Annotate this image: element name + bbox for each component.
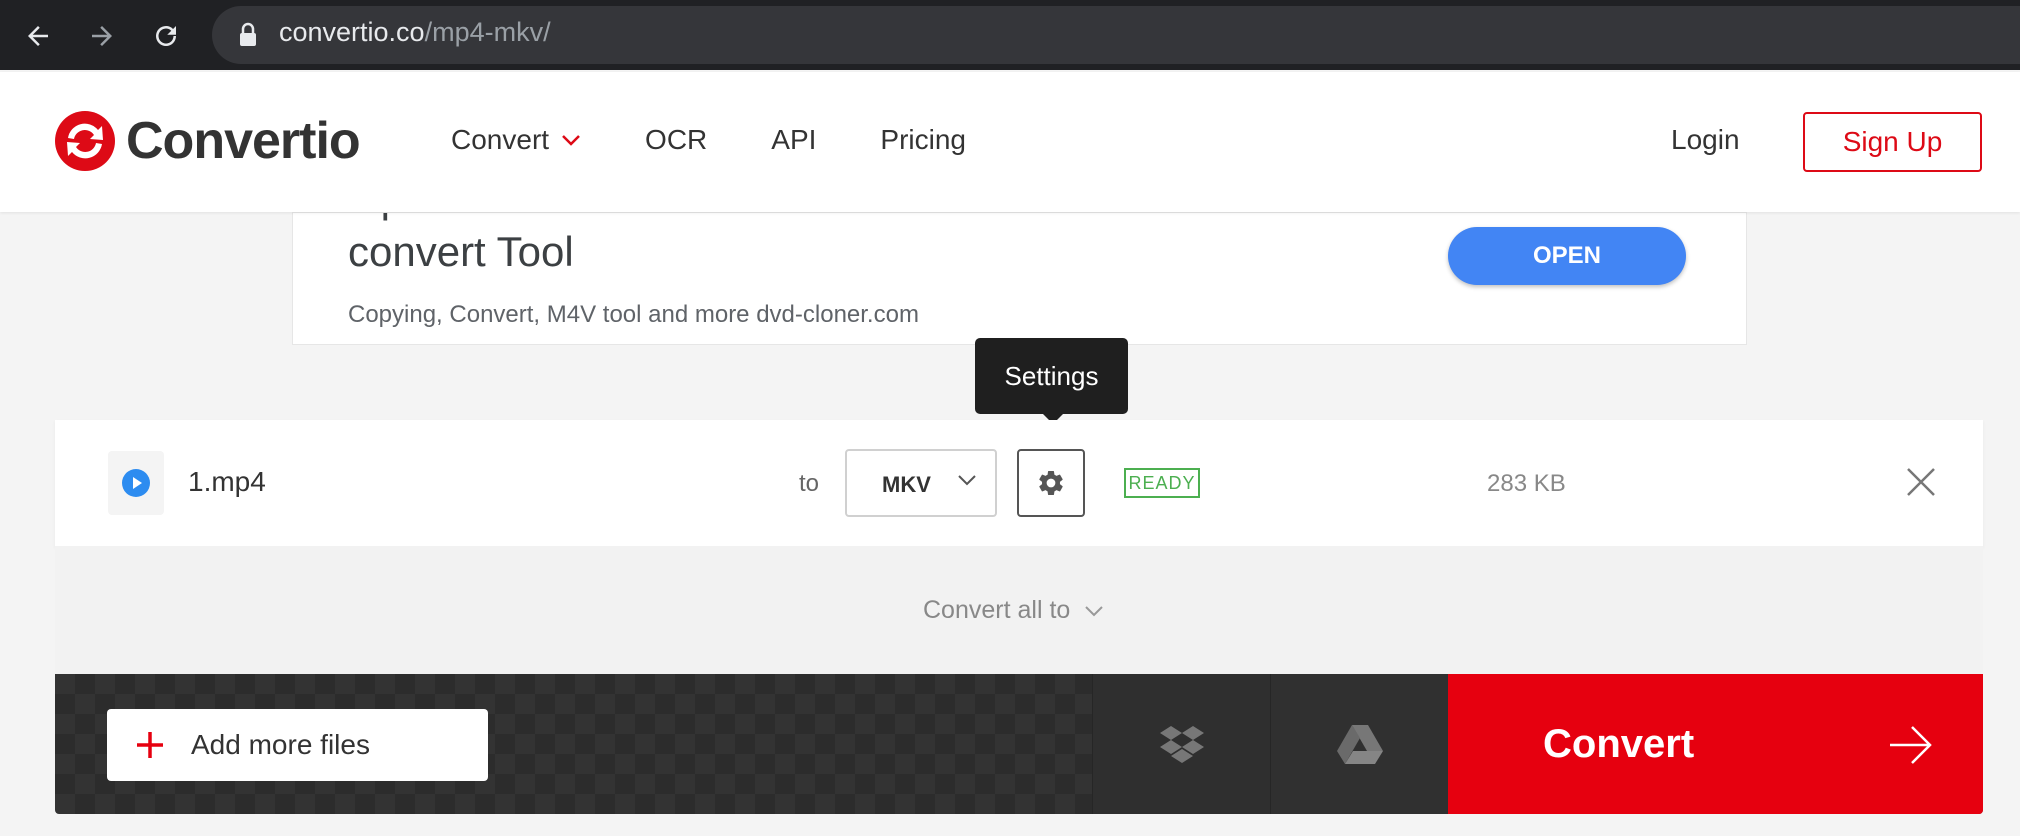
chevron-down-icon bbox=[958, 475, 976, 486]
ad-title[interactable]: OpenCloner Newest Video Tool - All in On… bbox=[348, 213, 1348, 279]
nav-item-api[interactable]: API bbox=[771, 124, 816, 156]
file-size: 283 KB bbox=[1487, 470, 1566, 497]
ad-banner[interactable]: OpenCloner Newest Video Tool - All in On… bbox=[292, 212, 1747, 345]
status-badge: READY bbox=[1124, 468, 1200, 498]
gear-icon bbox=[1039, 471, 1063, 495]
convert-all-label: Convert all to bbox=[923, 596, 1071, 624]
close-icon bbox=[1907, 468, 1935, 496]
nav-item-label: Pricing bbox=[880, 124, 967, 155]
nav-item-label: Convert bbox=[451, 124, 550, 155]
ad-subtitle: Copying, Convert, M4V tool and more dvd-… bbox=[348, 301, 919, 328]
file-row: 1.mp4 to MKV READY 283 KB bbox=[55, 420, 1983, 546]
url-path: /mp4-mkv/ bbox=[424, 17, 551, 47]
back-arrow-icon bbox=[28, 26, 48, 46]
add-more-files-button[interactable]: Add more files bbox=[107, 709, 488, 781]
convertio-logo-icon bbox=[55, 111, 115, 171]
reload-button[interactable] bbox=[144, 14, 188, 58]
main-nav: Convert OCR API Pricing bbox=[451, 124, 1030, 156]
ad-open-button[interactable]: OPEN bbox=[1448, 227, 1686, 285]
forward-button[interactable] bbox=[80, 14, 124, 58]
settings-tooltip: Settings bbox=[975, 338, 1128, 424]
forward-arrow-icon bbox=[92, 26, 112, 46]
nav-item-pricing[interactable]: Pricing bbox=[880, 124, 966, 156]
remove-file-button[interactable] bbox=[1901, 462, 1941, 502]
nav-item-label: OCR bbox=[645, 124, 708, 155]
format-value: MKV bbox=[882, 472, 931, 497]
dropbox-icon bbox=[1159, 726, 1204, 763]
url-domain: convertio.co bbox=[279, 17, 425, 47]
add-more-files-label: Add more files bbox=[191, 729, 370, 760]
signup-button[interactable]: Sign Up bbox=[1803, 112, 1982, 172]
play-icon bbox=[122, 469, 150, 497]
dropbox-button[interactable] bbox=[1092, 674, 1270, 814]
file-name: 1.mp4 bbox=[188, 466, 266, 497]
nav-item-ocr[interactable]: OCR bbox=[645, 124, 707, 156]
file-preview[interactable] bbox=[108, 451, 164, 515]
google-drive-button[interactable] bbox=[1270, 674, 1448, 814]
convert-all-bar: Convert all to bbox=[55, 546, 1983, 674]
login-link[interactable]: Login bbox=[1671, 124, 1740, 156]
nav-item-convert[interactable]: Convert bbox=[451, 124, 581, 156]
site-header: Convertio Convert OCR API Pricing Login … bbox=[0, 72, 2020, 212]
convert-label: Convert bbox=[1543, 722, 1695, 766]
settings-button[interactable] bbox=[1017, 449, 1085, 517]
google-drive-icon bbox=[1336, 725, 1383, 764]
reload-icon bbox=[156, 26, 176, 46]
plus-icon bbox=[137, 732, 163, 758]
browser-toolbar: convertio.co/mp4-mkv/ bbox=[0, 0, 2020, 70]
logo-text: Convertio bbox=[126, 112, 361, 170]
chevron-down-icon bbox=[1085, 605, 1104, 616]
url-text[interactable]: convertio.co/mp4-mkv/ bbox=[279, 17, 551, 48]
chevron-down-icon bbox=[562, 135, 580, 146]
logo[interactable]: Convertio bbox=[54, 110, 361, 172]
to-label: to bbox=[799, 470, 820, 497]
back-button[interactable] bbox=[16, 14, 60, 58]
convert-all-dropdown[interactable]: Convert all to bbox=[923, 596, 1104, 625]
format-select[interactable]: MKV bbox=[845, 449, 997, 517]
action-bar: Add more files Convert bbox=[55, 674, 1983, 814]
arrow-right-icon bbox=[1890, 726, 1932, 764]
nav-item-label: API bbox=[771, 124, 817, 155]
lock-icon bbox=[240, 22, 256, 46]
convert-button[interactable]: Convert bbox=[1448, 674, 1983, 814]
